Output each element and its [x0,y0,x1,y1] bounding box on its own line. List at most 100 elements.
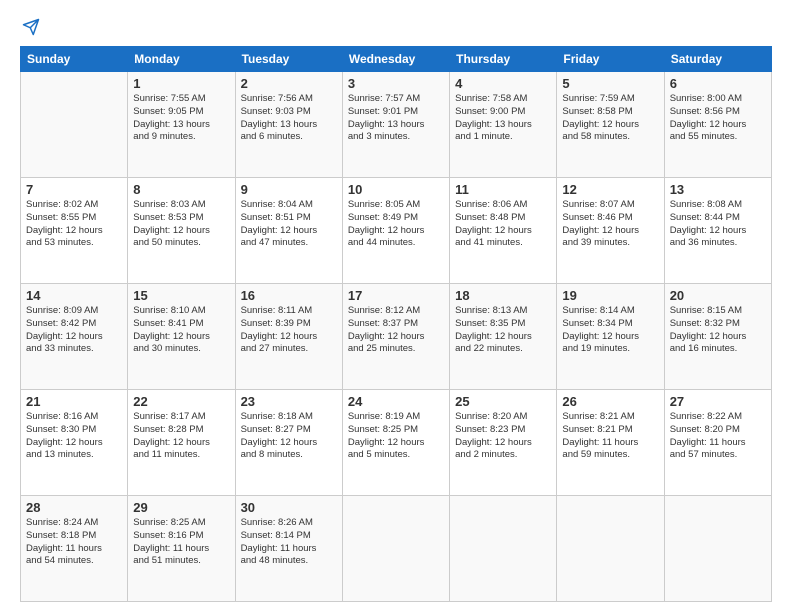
day-number: 24 [348,394,444,409]
day-info: Sunrise: 7:56 AM Sunset: 9:03 PM Dayligh… [241,93,337,144]
calendar-cell: 25 Sunrise: 8:20 AM Sunset: 8:23 PM Dayli… [450,390,557,496]
day-info: Sunrise: 8:06 AM Sunset: 8:48 PM Dayligh… [455,199,551,250]
day-number: 3 [348,76,444,91]
day-info: Sunrise: 7:58 AM Sunset: 9:00 PM Dayligh… [455,93,551,144]
calendar-cell: 1 Sunrise: 7:55 AM Sunset: 9:05 PM Daylig… [128,72,235,178]
day-number: 6 [670,76,766,91]
day-info: Sunrise: 7:57 AM Sunset: 9:01 PM Dayligh… [348,93,444,144]
day-number: 25 [455,394,551,409]
header [20,18,772,36]
calendar-cell: 21 Sunrise: 8:16 AM Sunset: 8:30 PM Dayli… [21,390,128,496]
calendar-cell: 14Sunrise: 8:09 AM Sunset: 8:42 PM Dayli… [21,284,128,390]
day-number: 9 [241,182,337,197]
day-number: 11 [455,182,551,197]
calendar-cell: 19 Sunrise: 8:14 AM Sunset: 8:34 PM Dayli… [557,284,664,390]
day-info: Sunrise: 8:10 AM Sunset: 8:41 PM Dayligh… [133,305,229,356]
weekday-header-saturday: Saturday [664,47,771,72]
day-info: Sunrise: 8:02 AM Sunset: 8:55 PM Dayligh… [26,199,122,250]
page: SundayMondayTuesdayWednesdayThursdayFrid… [0,0,792,612]
weekday-header-wednesday: Wednesday [342,47,449,72]
day-number: 27 [670,394,766,409]
logo [20,18,40,36]
day-number: 21 [26,394,122,409]
calendar-cell: 7 Sunrise: 8:02 AM Sunset: 8:55 PM Daylig… [21,178,128,284]
calendar-cell [21,72,128,178]
calendar-cell: 11 Sunrise: 8:06 AM Sunset: 8:48 PM Dayli… [450,178,557,284]
day-number: 22 [133,394,229,409]
weekday-header-friday: Friday [557,47,664,72]
day-number: 28 [26,500,122,515]
day-number: 30 [241,500,337,515]
day-number: 10 [348,182,444,197]
day-info: Sunrise: 8:20 AM Sunset: 8:23 PM Dayligh… [455,411,551,462]
calendar-cell: 29 Sunrise: 8:25 AM Sunset: 8:16 PM Dayli… [128,496,235,602]
day-info: Sunrise: 8:15 AM Sunset: 8:32 PM Dayligh… [670,305,766,356]
calendar-cell: 30Sunrise: 8:26 AM Sunset: 8:14 PM Dayli… [235,496,342,602]
week-row-5: 28 Sunrise: 8:24 AM Sunset: 8:18 PM Dayli… [21,496,772,602]
week-row-1: 1 Sunrise: 7:55 AM Sunset: 9:05 PM Daylig… [21,72,772,178]
day-number: 20 [670,288,766,303]
day-info: Sunrise: 8:12 AM Sunset: 8:37 PM Dayligh… [348,305,444,356]
day-info: Sunrise: 8:14 AM Sunset: 8:34 PM Dayligh… [562,305,658,356]
day-number: 19 [562,288,658,303]
calendar-cell: 17 Sunrise: 8:12 AM Sunset: 8:37 PM Dayli… [342,284,449,390]
calendar-cell: 27Sunrise: 8:22 AM Sunset: 8:20 PM Dayli… [664,390,771,496]
calendar-cell: 3 Sunrise: 7:57 AM Sunset: 9:01 PM Daylig… [342,72,449,178]
day-number: 15 [133,288,229,303]
calendar-cell: 9 Sunrise: 8:04 AM Sunset: 8:51 PM Daylig… [235,178,342,284]
weekday-header-thursday: Thursday [450,47,557,72]
calendar-cell: 8Sunrise: 8:03 AM Sunset: 8:53 PM Daylig… [128,178,235,284]
calendar-cell: 16 Sunrise: 8:11 AM Sunset: 8:39 PM Dayli… [235,284,342,390]
calendar-cell: 10 Sunrise: 8:05 AM Sunset: 8:49 PM Dayli… [342,178,449,284]
calendar-cell [664,496,771,602]
day-info: Sunrise: 8:04 AM Sunset: 8:51 PM Dayligh… [241,199,337,250]
logo-bird-icon [22,18,40,36]
weekday-header-row: SundayMondayTuesdayWednesdayThursdayFrid… [21,47,772,72]
weekday-header-sunday: Sunday [21,47,128,72]
day-info: Sunrise: 8:19 AM Sunset: 8:25 PM Dayligh… [348,411,444,462]
day-info: Sunrise: 8:25 AM Sunset: 8:16 PM Dayligh… [133,517,229,568]
day-info: Sunrise: 8:11 AM Sunset: 8:39 PM Dayligh… [241,305,337,356]
day-number: 2 [241,76,337,91]
calendar-cell: 6 Sunrise: 8:00 AM Sunset: 8:56 PM Daylig… [664,72,771,178]
day-info: Sunrise: 8:08 AM Sunset: 8:44 PM Dayligh… [670,199,766,250]
day-number: 4 [455,76,551,91]
weekday-header-monday: Monday [128,47,235,72]
day-number: 17 [348,288,444,303]
calendar-cell: 22Sunrise: 8:17 AM Sunset: 8:28 PM Dayli… [128,390,235,496]
calendar-table: SundayMondayTuesdayWednesdayThursdayFrid… [20,46,772,602]
day-number: 12 [562,182,658,197]
day-info: Sunrise: 8:07 AM Sunset: 8:46 PM Dayligh… [562,199,658,250]
day-number: 7 [26,182,122,197]
day-info: Sunrise: 8:24 AM Sunset: 8:18 PM Dayligh… [26,517,122,568]
day-info: Sunrise: 8:18 AM Sunset: 8:27 PM Dayligh… [241,411,337,462]
day-info: Sunrise: 7:55 AM Sunset: 9:05 PM Dayligh… [133,93,229,144]
calendar-cell: 24 Sunrise: 8:19 AM Sunset: 8:25 PM Dayli… [342,390,449,496]
day-number: 13 [670,182,766,197]
day-number: 18 [455,288,551,303]
day-info: Sunrise: 7:59 AM Sunset: 8:58 PM Dayligh… [562,93,658,144]
calendar-cell: 2 Sunrise: 7:56 AM Sunset: 9:03 PM Daylig… [235,72,342,178]
calendar-cell: 26Sunrise: 8:21 AM Sunset: 8:21 PM Dayli… [557,390,664,496]
day-number: 16 [241,288,337,303]
calendar-cell: 4 Sunrise: 7:58 AM Sunset: 9:00 PM Daylig… [450,72,557,178]
day-info: Sunrise: 8:16 AM Sunset: 8:30 PM Dayligh… [26,411,122,462]
week-row-2: 7 Sunrise: 8:02 AM Sunset: 8:55 PM Daylig… [21,178,772,284]
day-number: 23 [241,394,337,409]
day-number: 1 [133,76,229,91]
calendar-cell [450,496,557,602]
calendar-cell: 28 Sunrise: 8:24 AM Sunset: 8:18 PM Dayli… [21,496,128,602]
day-number: 5 [562,76,658,91]
calendar-cell [557,496,664,602]
weekday-header-tuesday: Tuesday [235,47,342,72]
day-info: Sunrise: 8:21 AM Sunset: 8:21 PM Dayligh… [562,411,658,462]
calendar-cell: 13 Sunrise: 8:08 AM Sunset: 8:44 PM Dayli… [664,178,771,284]
day-info: Sunrise: 8:09 AM Sunset: 8:42 PM Dayligh… [26,305,122,356]
calendar-cell: 5 Sunrise: 7:59 AM Sunset: 8:58 PM Daylig… [557,72,664,178]
day-info: Sunrise: 8:05 AM Sunset: 8:49 PM Dayligh… [348,199,444,250]
day-number: 8 [133,182,229,197]
day-number: 29 [133,500,229,515]
calendar-cell [342,496,449,602]
day-info: Sunrise: 8:00 AM Sunset: 8:56 PM Dayligh… [670,93,766,144]
logo-text [20,18,40,36]
